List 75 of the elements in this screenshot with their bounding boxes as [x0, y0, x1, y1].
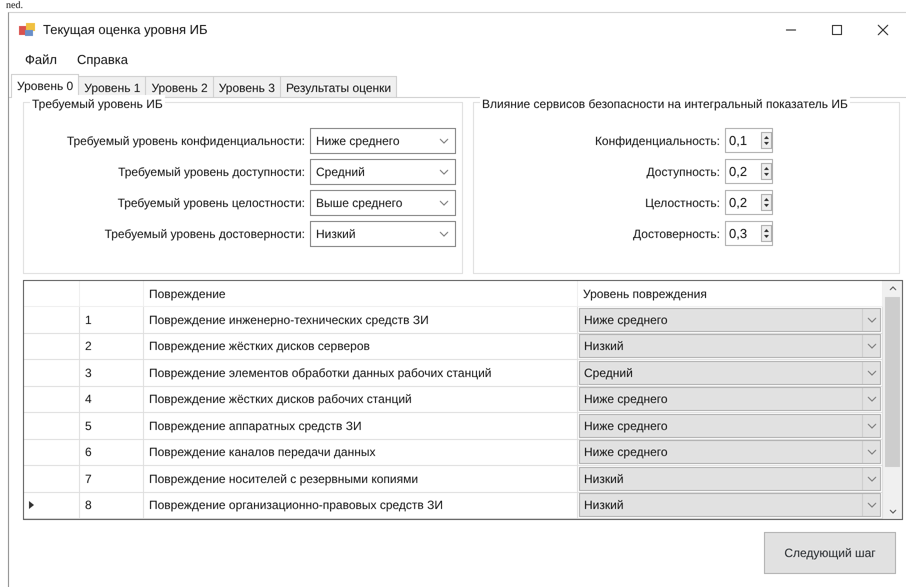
table-cell: Повреждение жёстких дисков рабочих станций: [144, 386, 578, 413]
spin-box[interactable]: 0,3: [725, 221, 773, 246]
header-cell: [24, 281, 80, 307]
field-label: Целостность:: [644, 194, 720, 212]
spin-box[interactable]: 0,1: [725, 128, 773, 153]
table-cell: 3: [80, 360, 144, 386]
column-header[interactable]: Уровень повреждения: [578, 281, 883, 307]
window-title: Текущая оценка уровня ИБ: [43, 20, 208, 39]
tab[interactable]: Уровень 3: [212, 76, 281, 97]
table-cell: 7: [80, 466, 144, 492]
field-label: Доступность:: [646, 164, 720, 180]
field-label: Требуемый уровень конфиденциальности:: [66, 132, 305, 150]
chevron-icon: [866, 422, 876, 429]
next-step-button[interactable]: Следующий шаг: [764, 532, 896, 574]
table-cell: Повреждение носителей с резервными копиями: [144, 466, 578, 492]
table-cell: Повреждение аппаратных средств ЗИ: [144, 413, 578, 440]
group-title: Влияние сервисов безопасности на интегральный показатель ИБ: [480, 95, 850, 113]
chevron-icon: [866, 370, 876, 376]
table-cell: Повреждение инженерно-технических средств ЗИ: [144, 307, 578, 334]
chevron-icon: [866, 343, 876, 350]
chevron-icon: [439, 230, 449, 236]
group-title: Требуемый уровень ИБ: [30, 95, 165, 113]
tab[interactable]: Результаты оценки: [280, 76, 398, 97]
close-icon[interactable]: [877, 24, 889, 36]
table-cell: 6: [80, 440, 144, 466]
table-cell: 5: [80, 413, 144, 440]
chevron-icon: [439, 200, 449, 206]
menu-item[interactable]: Файл: [17, 48, 65, 72]
tab[interactable]: Уровень 2: [145, 76, 214, 97]
maximize-icon[interactable]: [831, 24, 843, 36]
column-header[interactable]: Повреждение: [144, 281, 578, 307]
table-cell: 4: [80, 386, 144, 413]
combo-box[interactable]: Выше среднего: [310, 190, 456, 216]
chevron-icon: [866, 316, 876, 323]
combo-box[interactable]: Средний: [310, 158, 456, 184]
table-cell: Повреждение каналов передачи данных: [144, 440, 578, 466]
dropdown-cell[interactable]: Ниже среднего: [579, 387, 881, 412]
dropdown-cell[interactable]: Средний: [579, 360, 881, 385]
field-label: Конфиденциальность:: [594, 132, 720, 150]
tab[interactable]: Уровень 0: [11, 74, 80, 98]
spinner-arrows-icon[interactable]: [761, 163, 772, 180]
dropdown-cell[interactable]: Ниже среднего: [579, 440, 881, 464]
spinner-arrows-icon[interactable]: [761, 225, 772, 242]
field-label: Требуемый уровень достоверности:: [104, 226, 305, 242]
dropdown-cell[interactable]: Низкий: [579, 493, 881, 518]
combo-box[interactable]: Низкий: [310, 220, 456, 246]
dropdown-cell[interactable]: Ниже среднего: [579, 308, 881, 332]
table-cell: 1: [80, 307, 144, 334]
table-cell: 8: [80, 492, 144, 519]
table-cell: Повреждение элементов обработки данных рабочих станций: [144, 360, 578, 386]
chevron-icon: [866, 502, 876, 508]
table-cell: Повреждение жёстких дисков серверов: [144, 334, 578, 360]
chevron-icon: [866, 449, 876, 456]
chevron-icon: [866, 476, 876, 482]
scrollbar-thumb[interactable]: [885, 297, 900, 467]
header-cell: [80, 281, 144, 307]
dropdown-cell[interactable]: Низкий: [579, 334, 881, 358]
spin-box[interactable]: 0,2: [725, 159, 773, 184]
field-label: Требуемый уровень целостности:: [118, 194, 305, 212]
combo-box[interactable]: Ниже среднего: [310, 128, 456, 154]
chevron-icon: [866, 396, 876, 402]
chevron-icon: [439, 138, 449, 144]
menu-item[interactable]: Справка: [68, 48, 136, 72]
dropdown-cell[interactable]: Ниже среднего: [579, 414, 881, 438]
chevron-icon: [439, 168, 449, 174]
field-label: Достоверность:: [632, 226, 720, 242]
document-text-fragment: ned.: [5, 0, 24, 12]
dropdown-cell[interactable]: Низкий: [579, 466, 881, 491]
table-cell: Повреждение организационно-правовых средств ЗИ: [144, 492, 578, 519]
field-label: Требуемый уровень доступности:: [118, 164, 305, 180]
table-cell: 2: [80, 334, 144, 360]
app-icon: [19, 22, 35, 36]
spinner-arrows-icon[interactable]: [761, 194, 772, 211]
spin-box[interactable]: 0,2: [725, 190, 773, 215]
spinner-arrows-icon[interactable]: [761, 132, 772, 149]
